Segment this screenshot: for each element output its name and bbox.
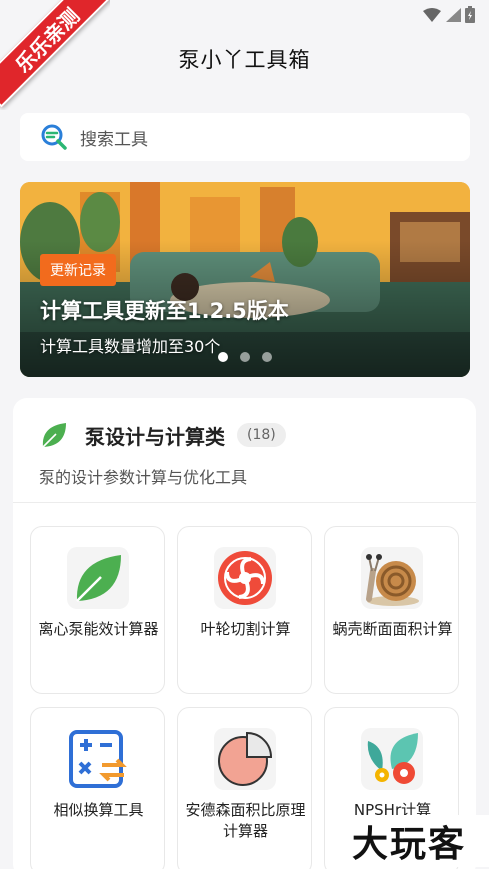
impeller-icon [218,551,272,605]
tool-label: 相似换算工具 [53,801,144,819]
snail-icon [366,554,419,606]
tool-label: 蜗壳断面面积计算 [332,620,453,638]
tool-tile[interactable]: 安德森面积比原理计算器 [177,707,312,869]
tool-tile[interactable]: 叶轮切割计算 [177,526,312,694]
carousel-dot[interactable] [262,352,272,362]
tool-label: 离心泵能效计算器 [38,620,159,638]
corner-ribbon: 乐乐亲测 [0,0,110,110]
category-card: 泵设计与计算类 (18) 泵的设计参数计算与优化工具 离心泵能效计算器 叶轮切割… [13,398,476,869]
battery-icon [465,6,475,23]
signal-icon [446,7,461,22]
carousel-indicator [20,352,470,362]
tool-label: 叶轮切割计算 [200,620,291,638]
tool-label: 安德森面积比原理计算器 [185,801,306,840]
leaf-icon [42,423,66,448]
search-bar[interactable]: 搜索工具 [20,113,470,161]
leaf-icon [76,555,121,602]
tool-tile[interactable]: 相似换算工具 [30,707,165,869]
divider [13,502,476,503]
search-input[interactable]: 搜索工具 [80,125,148,150]
carousel-dot[interactable] [240,352,250,362]
banner-headline: 计算工具更新至1.2.5版本 [40,299,289,323]
category-header[interactable]: 泵设计与计算类 (18) [39,420,286,450]
carousel-dot[interactable] [218,352,228,362]
tool-tile[interactable]: 蜗壳断面面积计算 [324,526,459,694]
ribbon-text: 乐乐亲测 [0,0,110,108]
category-description: 泵的设计参数计算与优化工具 [39,468,248,487]
category-title: 泵设计与计算类 [85,424,225,449]
wifi-icon [423,7,441,22]
watermark: 大玩客 [329,815,489,867]
pie-chart-icon [218,731,273,786]
category-count-badge: (18) [237,423,286,447]
gears-leaf-icon [367,733,418,784]
tool-tile[interactable]: 离心泵能效计算器 [30,526,165,694]
banner-carousel[interactable]: 更新记录 计算工具更新至1.2.5版本 计算工具数量增加至30个 [20,182,470,377]
calculator-icon [69,730,127,788]
search-icon [41,124,67,150]
update-log-tag[interactable]: 更新记录 [40,254,116,286]
